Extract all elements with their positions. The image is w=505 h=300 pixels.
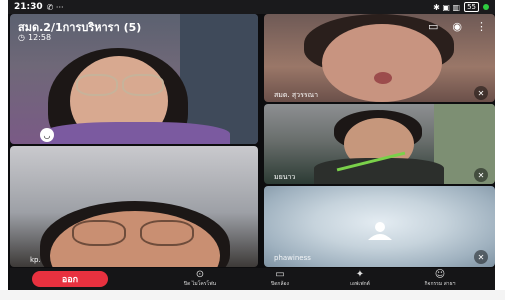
glasses-right [140, 220, 194, 246]
participant-name: สมด. สุวรรณา [274, 91, 319, 99]
call-controls: ออก ⊙ ปิด ไมโครโฟน ▭ ปิดกล้อง ✦ เอฟเฟกต์… [10, 268, 495, 290]
status-bar: 21:30 ✆ ··· ✱ ▣ ▥ 55 [8, 0, 495, 14]
participant-shirt [40, 122, 230, 144]
right-margin [495, 0, 505, 300]
mic-off-icon: ✕ [474, 250, 488, 264]
reaction-icon[interactable]: ◡ [40, 128, 54, 142]
participant-name: kp. [30, 256, 41, 264]
effects-button[interactable]: ✦ เอฟเฟกต์ [340, 270, 380, 288]
call-timer-text: 12:58 [27, 33, 52, 42]
status-time: 21:30 [14, 2, 43, 12]
activities-icon: ☺ [434, 269, 446, 280]
participant-mouth [374, 72, 392, 84]
effects-icon: ✦ [355, 269, 365, 280]
activities-label: กิจกรรม สาธฯ [424, 281, 456, 287]
video-tile-kp[interactable]: kp. [10, 146, 258, 267]
mic-off-icon: ✕ [474, 86, 488, 100]
recording-dot-icon [483, 4, 489, 10]
participant-name: มยนาว [274, 173, 296, 181]
notification-icons: ✆ ··· [46, 2, 64, 12]
system-nav-bar [0, 290, 505, 300]
camera-icon: ▭ [275, 269, 285, 280]
mic-toggle[interactable]: ⊙ ปิด ไมโครโฟน [180, 270, 220, 288]
video-tile-suwanna[interactable]: ▭ ◉ ⋮ สมด. สุวรรณา ✕ [264, 14, 495, 102]
participant-name: phawiness [274, 254, 311, 262]
camera-switch-icon[interactable]: ◉ [452, 20, 462, 33]
camera-toggle[interactable]: ▭ ปิดกล้อง [260, 270, 300, 288]
leave-button[interactable]: ออก [32, 271, 108, 287]
video-tile-main[interactable]: สมด.2/1การบริหารา (5) ◷ 12:58 ◡ [10, 14, 258, 144]
call-timer: ◷ 12:58 [18, 33, 51, 42]
status-right: ✱ ▣ ▥ 55 [433, 2, 489, 12]
glasses-left [76, 74, 118, 96]
clock-icon: ◷ [18, 33, 25, 42]
glasses-left [72, 220, 126, 246]
layout-icon[interactable]: ▭ [428, 20, 438, 33]
battery-icon: 55 [464, 2, 479, 12]
microphone-icon: ⊙ [195, 269, 205, 280]
camera-label: ปิดกล้อง [271, 281, 289, 287]
participant-face [322, 24, 442, 102]
glasses-right [122, 74, 164, 96]
avatar-placeholder-icon [368, 222, 392, 240]
signal-icons: ✱ ▣ ▥ [433, 2, 461, 12]
mic-off-icon: ✕ [474, 168, 488, 182]
activities-button[interactable]: ☺ กิจกรรม สาธฯ [420, 270, 460, 288]
mic-label: ปิด ไมโครโฟน [183, 281, 217, 287]
tile-top-icons: ▭ ◉ ⋮ [428, 20, 487, 33]
video-tile-mayanao[interactable]: มยนาว ✕ [264, 104, 495, 184]
participant-shirt [314, 158, 444, 184]
video-tile-phawiness[interactable]: phawiness ✕ [264, 186, 495, 267]
effects-label: เอฟเฟกต์ [350, 281, 370, 287]
more-icon[interactable]: ⋮ [476, 20, 487, 33]
left-margin [0, 0, 8, 300]
